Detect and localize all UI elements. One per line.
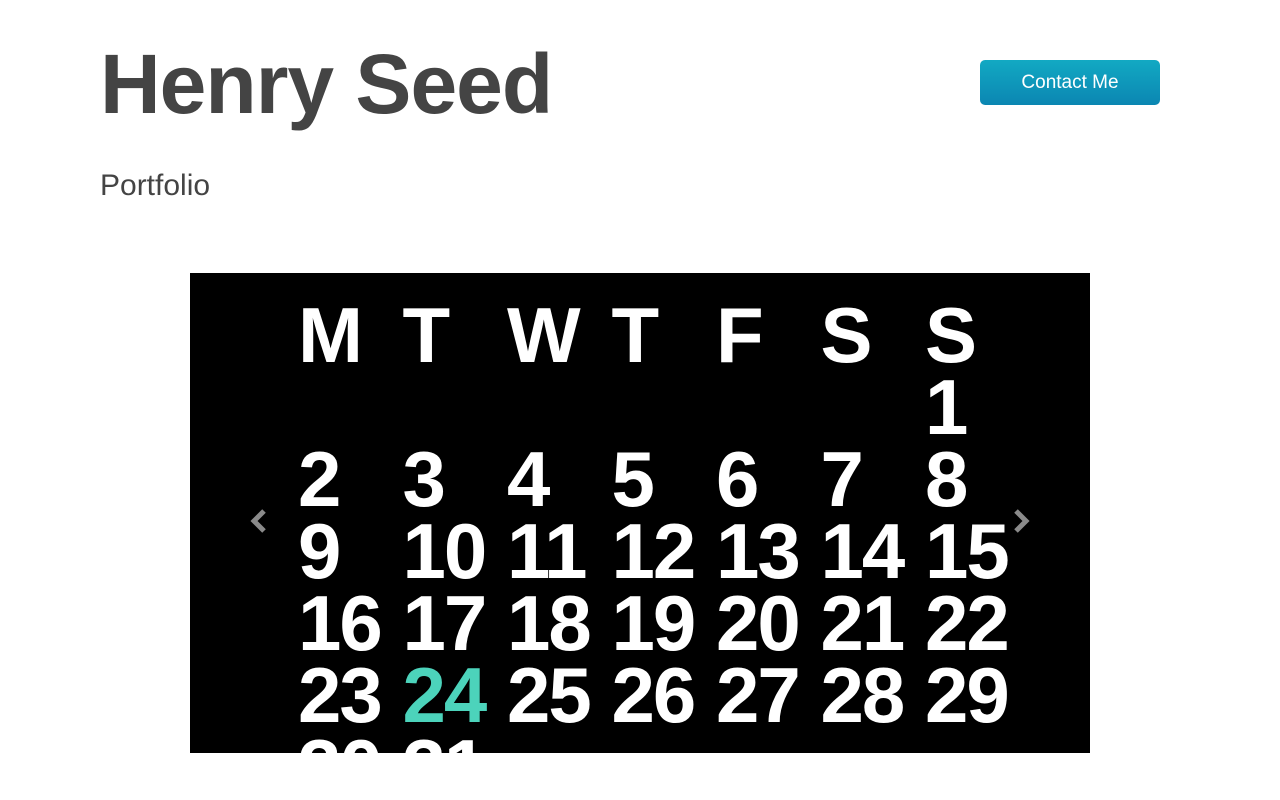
weekday-header: T <box>402 291 451 379</box>
calendar-day: 30 <box>298 728 383 753</box>
site-title: Henry Seed <box>100 37 553 131</box>
weekday-header: S <box>820 291 873 379</box>
chevron-left-icon <box>250 509 266 533</box>
weekday-header: W <box>507 291 581 379</box>
weekday-header: T <box>611 291 660 379</box>
weekday-header: F <box>716 291 764 379</box>
carousel-prev-button[interactable] <box>245 506 275 536</box>
chevron-right-icon <box>1014 509 1030 533</box>
calendar-day: 26 <box>611 651 697 739</box>
weekday-header: M <box>298 291 363 379</box>
calendar-day: 28 <box>820 651 906 739</box>
calendar-day: 29 <box>925 651 1010 739</box>
carousel-next-button[interactable] <box>1005 506 1035 536</box>
calendar-day: 27 <box>716 651 801 739</box>
page-subtitle: Portfolio <box>100 169 211 202</box>
contact-me-button[interactable]: Contact Me <box>980 60 1160 105</box>
calendar-day: 25 <box>507 651 592 739</box>
portfolio-carousel: M T W T F S S 1 2 3 4 5 6 7 8 9 10 11 12 13 14 15 16 17 18 19 20 21… <box>190 273 1090 753</box>
calendar-day: 31 <box>403 728 488 753</box>
